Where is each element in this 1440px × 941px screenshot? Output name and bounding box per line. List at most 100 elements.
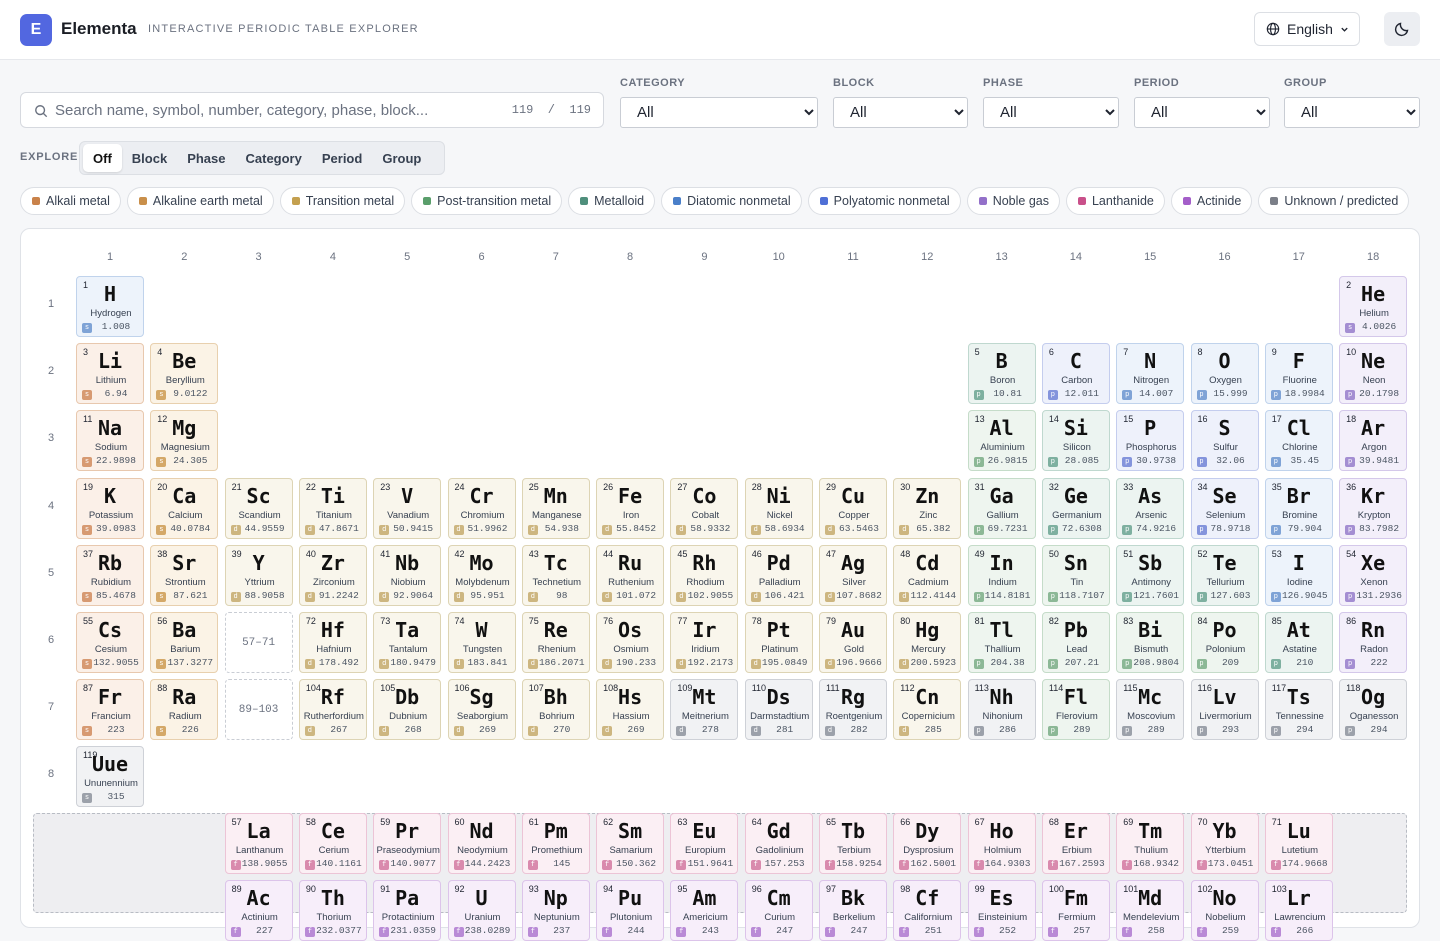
element-tile[interactable]: 84 Po Polonium p 209 (1190, 612, 1259, 673)
element-tile[interactable]: 63 Eu Europium f 151.9641 (670, 813, 739, 874)
element-tile[interactable]: 77 Ir Iridium d 192.2173 (670, 612, 739, 673)
element-tile[interactable]: 113 Nh Nihonium p 286 (967, 679, 1036, 741)
series-placeholder[interactable]: 89–103 (224, 679, 293, 741)
element-tile[interactable]: 112 Cn Copernicium d 285 (893, 679, 962, 741)
element-tile[interactable]: 49 In Indium p 114.8181 (967, 544, 1036, 606)
element-tile[interactable]: 20 Ca Calcium s 40.0784 (150, 477, 219, 539)
element-tile[interactable]: 29 Cu Copper d 63.5463 (819, 477, 887, 539)
legend-chip[interactable]: Polyatomic nonmetal (807, 187, 961, 215)
block-filter-select[interactable]: All (833, 97, 968, 128)
element-tile[interactable]: 98 Cf Californium f 251 (893, 880, 962, 941)
element-tile[interactable]: 109 Mt Meitnerium d 278 (670, 679, 739, 741)
element-tile[interactable]: 33 As Arsenic p 74.9216 (1116, 477, 1185, 539)
element-tile[interactable]: 94 Pu Plutonium f 244 (596, 880, 665, 941)
element-tile[interactable]: 65 Tb Terbium f 158.9254 (819, 813, 887, 874)
element-tile[interactable]: 105 Db Dubnium d 268 (373, 679, 442, 741)
element-tile[interactable]: 58 Ce Cerium f 140.1161 (298, 813, 367, 874)
element-tile[interactable]: 96 Cm Curium f 247 (744, 880, 813, 941)
element-tile[interactable]: 72 Hf Hafnium d 178.492 (298, 612, 367, 673)
element-tile[interactable]: 56 Ba Barium s 137.3277 (150, 612, 219, 673)
element-tile[interactable]: 115 Mc Moscovium p 289 (1116, 679, 1185, 741)
element-tile[interactable]: 61 Pm Promethium f 145 (521, 813, 590, 874)
element-tile[interactable]: 24 Cr Chromium d 51.9962 (447, 477, 516, 539)
element-tile[interactable]: 82 Pb Lead p 207.21 (1041, 612, 1110, 673)
element-tile[interactable]: 50 Sn Tin p 118.7107 (1041, 544, 1110, 606)
legend-chip[interactable]: Post-transition metal (411, 187, 563, 215)
element-tile[interactable]: 90 Th Thorium f 232.0377 (298, 880, 367, 941)
element-tile[interactable]: 51 Sb Antimony p 121.7601 (1116, 544, 1185, 606)
phase-filter-select[interactable]: All (983, 97, 1119, 128)
explore-period-option[interactable]: Period (312, 144, 372, 172)
element-tile[interactable]: 12 Mg Magnesium s 24.305 (150, 410, 219, 472)
element-tile[interactable]: 104 Rf Rutherfordium d 267 (298, 679, 367, 741)
legend-chip[interactable]: Alkaline earth metal (126, 187, 274, 215)
element-tile[interactable]: 1 H Hydrogen s 1.008 (76, 276, 144, 337)
period-filter-select[interactable]: All (1134, 97, 1270, 128)
element-tile[interactable]: 25 Mn Manganese d 54.938 (521, 477, 590, 539)
element-tile[interactable]: 97 Bk Berkelium f 247 (819, 880, 887, 941)
element-tile[interactable]: 106 Sg Seaborgium d 269 (447, 679, 516, 741)
element-tile[interactable]: 46 Pd Palladium d 106.421 (744, 544, 813, 606)
element-tile[interactable]: 5 B Boron p 10.81 (967, 343, 1036, 405)
legend-chip[interactable]: Lanthanide (1065, 187, 1165, 215)
legend-chip[interactable]: Diatomic nonmetal (661, 187, 802, 215)
element-tile[interactable]: 118 Og Oganesson p 294 (1339, 679, 1408, 741)
element-tile[interactable]: 88 Ra Radium s 226 (150, 679, 219, 741)
element-tile[interactable]: 11 Na Sodium s 22.9898 (76, 410, 144, 472)
element-tile[interactable]: 117 Ts Tennessine p 294 (1264, 679, 1333, 741)
element-tile[interactable]: 34 Se Selenium p 78.9718 (1190, 477, 1259, 539)
element-tile[interactable]: 116 Lv Livermorium p 293 (1190, 679, 1259, 741)
explore-block-option[interactable]: Block (122, 144, 177, 172)
element-tile[interactable]: 3 Li Lithium s 6.94 (76, 343, 144, 405)
element-tile[interactable]: 40 Zr Zirconium d 91.2242 (298, 544, 367, 606)
element-tile[interactable]: 101 Md Mendelevium f 258 (1116, 880, 1185, 941)
element-tile[interactable]: 19 K Potassium s 39.0983 (76, 477, 144, 539)
element-tile[interactable]: 38 Sr Strontium s 87.621 (150, 544, 219, 606)
category-filter-select[interactable]: All (620, 97, 818, 128)
element-tile[interactable]: 37 Rb Rubidium s 85.4678 (76, 544, 144, 606)
element-tile[interactable]: 57 La Lanthanum f 138.9055 (224, 813, 293, 874)
element-tile[interactable]: 45 Rh Rhodium d 102.9055 (670, 544, 739, 606)
element-tile[interactable]: 102 No Nobelium f 259 (1190, 880, 1259, 941)
theme-toggle-button[interactable] (1384, 12, 1420, 46)
element-tile[interactable]: 36 Kr Krypton p 83.7982 (1339, 477, 1408, 539)
element-tile[interactable]: 8 O Oxygen p 15.999 (1190, 343, 1259, 405)
element-tile[interactable]: 91 Pa Protactinium f 231.0359 (373, 880, 442, 941)
element-tile[interactable]: 15 P Phosphorus p 30.9738 (1116, 410, 1185, 472)
series-placeholder[interactable]: 57–71 (224, 612, 293, 673)
legend-chip[interactable]: Unknown / predicted (1258, 187, 1410, 215)
element-tile[interactable]: 42 Mo Molybdenum d 95.951 (447, 544, 516, 606)
element-tile[interactable]: 28 Ni Nickel d 58.6934 (744, 477, 813, 539)
element-tile[interactable]: 76 Os Osmium d 190.233 (596, 612, 665, 673)
language-selector[interactable]: English (1254, 12, 1360, 46)
element-tile[interactable]: 69 Tm Thulium f 168.9342 (1116, 813, 1185, 874)
element-tile[interactable]: 6 C Carbon p 12.011 (1041, 343, 1110, 405)
element-tile[interactable]: 22 Ti Titanium d 47.8671 (298, 477, 367, 539)
element-tile[interactable]: 59 Pr Praseodymium f 140.9077 (373, 813, 442, 874)
legend-chip[interactable]: Transition metal (279, 187, 406, 215)
element-tile[interactable]: 30 Zn Zinc d 65.382 (893, 477, 962, 539)
element-tile[interactable]: 55 Cs Cesium s 132.9055 (76, 612, 144, 673)
element-tile[interactable]: 81 Tl Thallium p 204.38 (967, 612, 1036, 673)
element-tile[interactable]: 26 Fe Iron d 55.8452 (596, 477, 665, 539)
legend-chip[interactable]: Noble gas (966, 187, 1060, 215)
element-tile[interactable]: 78 Pt Platinum d 195.0849 (744, 612, 813, 673)
element-tile[interactable]: 80 Hg Mercury d 200.5923 (893, 612, 962, 673)
element-tile[interactable]: 110 Ds Darmstadtium d 281 (744, 679, 813, 741)
element-tile[interactable]: 86 Rn Radon p 222 (1339, 612, 1408, 673)
element-tile[interactable]: 75 Re Rhenium d 186.2071 (521, 612, 590, 673)
explore-category-option[interactable]: Category (236, 144, 312, 172)
element-tile[interactable]: 100 Fm Fermium f 257 (1041, 880, 1110, 941)
element-tile[interactable]: 85 At Astatine p 210 (1264, 612, 1333, 673)
element-tile[interactable]: 83 Bi Bismuth p 208.9804 (1116, 612, 1185, 673)
explore-off-option[interactable]: Off (83, 144, 122, 172)
element-tile[interactable]: 114 Fl Flerovium p 289 (1041, 679, 1110, 741)
element-tile[interactable]: 66 Dy Dysprosium f 162.5001 (893, 813, 962, 874)
legend-chip[interactable]: Alkali metal (20, 187, 121, 215)
element-tile[interactable]: 111 Rg Roentgenium d 282 (819, 679, 887, 741)
element-tile[interactable]: 14 Si Silicon p 28.085 (1041, 410, 1110, 472)
element-tile[interactable]: 2 He Helium s 4.0026 (1339, 276, 1408, 337)
element-tile[interactable]: 52 Te Tellurium p 127.603 (1190, 544, 1259, 606)
element-tile[interactable]: 23 V Vanadium d 50.9415 (373, 477, 442, 539)
element-tile[interactable]: 93 Np Neptunium f 237 (521, 880, 590, 941)
